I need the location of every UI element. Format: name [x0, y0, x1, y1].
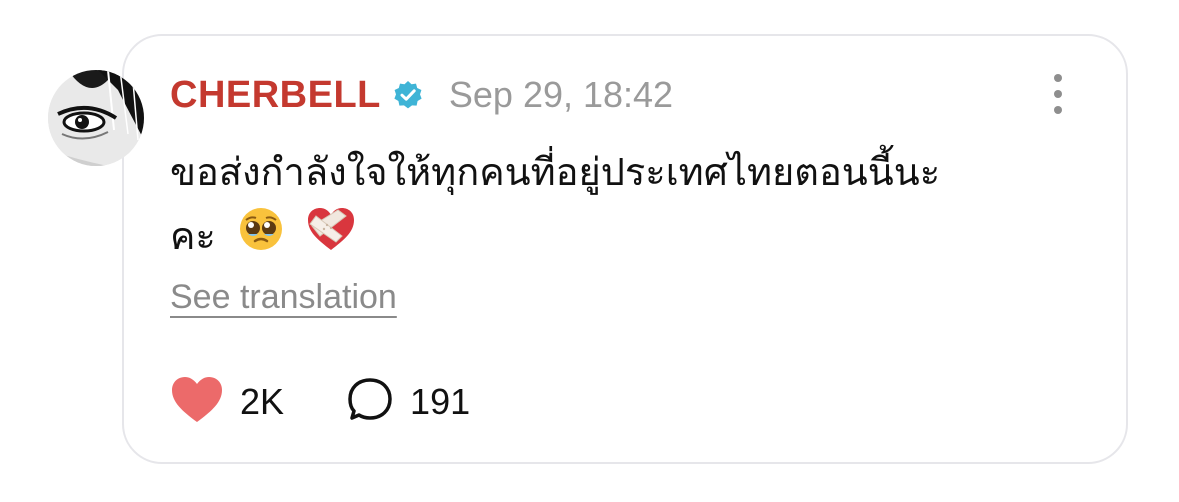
like-button[interactable]: 2K [170, 376, 284, 429]
post-text: ขอส่งกำลังใจให้ทุกคนที่อยู่ประเทศไทยตอนน… [170, 140, 1050, 271]
more-vertical-icon[interactable] [1044, 74, 1072, 114]
username[interactable]: CHERBELL [170, 74, 381, 117]
verified-badge-icon [393, 80, 423, 110]
avatar-image [48, 70, 144, 166]
avatar[interactable] [48, 70, 144, 166]
comment-bubble-icon [346, 376, 394, 429]
comment-count: 191 [410, 381, 471, 422]
post-text-line-2-text: คะ [170, 214, 216, 258]
comment-button[interactable]: 191 [346, 376, 470, 429]
see-translation-link[interactable]: See translation [170, 278, 397, 317]
heart-icon [170, 376, 224, 429]
mending-heart-icon [306, 206, 356, 271]
like-count: 2K [240, 381, 285, 422]
pleading-face-icon [238, 206, 284, 271]
post-header: CHERBELL Sep 29, 18:42 [170, 72, 673, 118]
post-actions: 2K 191 [170, 376, 470, 429]
post-text-line-2: คะ [170, 204, 1050, 271]
post-text-line-1: ขอส่งกำลังใจให้ทุกคนที่อยู่ประเทศไทยตอนน… [170, 150, 941, 194]
timestamp: Sep 29, 18:42 [448, 74, 674, 115]
